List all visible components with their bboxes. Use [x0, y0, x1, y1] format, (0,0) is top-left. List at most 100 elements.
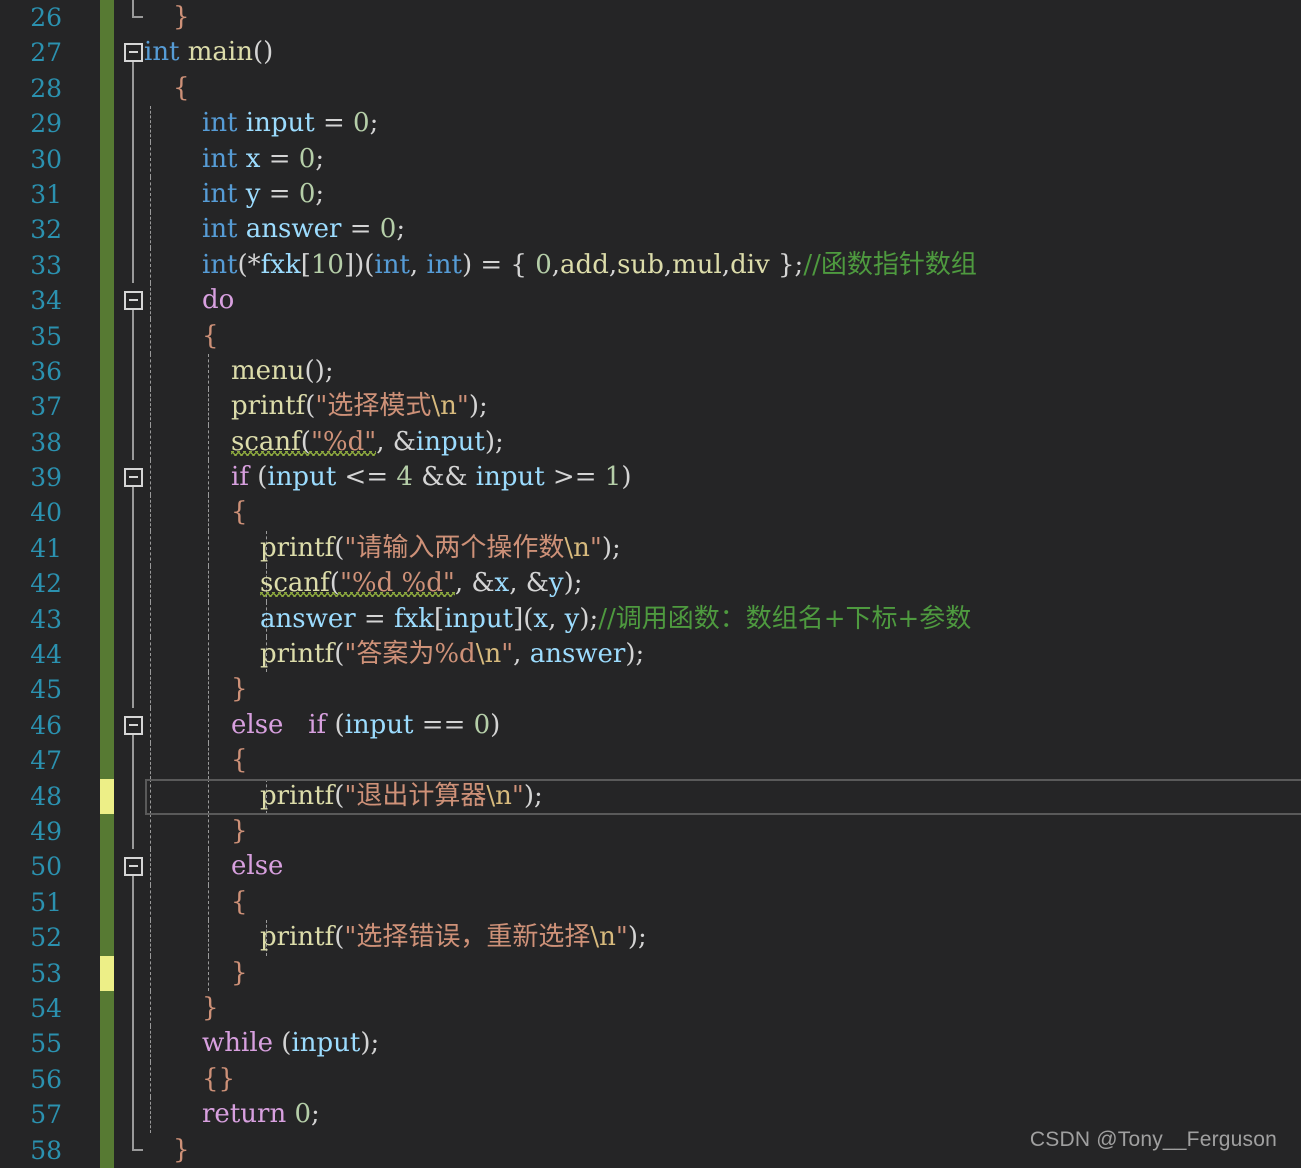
- code-text[interactable]: {: [231, 885, 248, 920]
- code-text[interactable]: int(*fxk[10])(int, int) = { 0,add,sub,mu…: [202, 248, 977, 283]
- fold-column[interactable]: [122, 566, 144, 602]
- code-line[interactable]: 48 printf("退出计算器\n");: [0, 778, 1301, 814]
- fold-column[interactable]: [122, 778, 144, 814]
- code-line[interactable]: 43 answer = fxk[input](x, y);//调用函数：数组名+下…: [0, 601, 1301, 638]
- code-line[interactable]: 33 int(*fxk[10])(int, int) = { 0,add,sub,…: [0, 247, 1301, 284]
- code-line[interactable]: 27 int main(): [0, 35, 1301, 71]
- fold-column[interactable]: [122, 176, 144, 213]
- fold-column[interactable]: [122, 708, 144, 744]
- code-line[interactable]: 46 else if (input == 0): [0, 707, 1301, 744]
- code-line[interactable]: 38 scanf("%d", &input);: [0, 424, 1301, 461]
- code-line[interactable]: 49}: [0, 813, 1301, 850]
- code-line[interactable]: 42 scanf("%d %d", &x, &y);: [0, 566, 1301, 602]
- collapse-minus-icon[interactable]: [124, 468, 143, 488]
- fold-column[interactable]: [122, 212, 144, 248]
- code-text[interactable]: printf("请输入两个操作数\n");: [260, 531, 621, 566]
- code-text[interactable]: return 0;: [202, 1097, 320, 1132]
- code-line[interactable]: 34 do: [0, 283, 1301, 319]
- code-text[interactable]: }: [173, 1133, 190, 1168]
- fold-column[interactable]: [122, 813, 144, 850]
- fold-column[interactable]: [122, 35, 144, 71]
- code-line[interactable]: 31 int y = 0;: [0, 176, 1301, 213]
- code-line[interactable]: 35 {: [0, 318, 1301, 354]
- code-line[interactable]: 37 printf("选择模式\n");: [0, 389, 1301, 425]
- code-text[interactable]: int main(): [144, 35, 273, 70]
- fold-column[interactable]: [122, 1132, 144, 1168]
- code-text[interactable]: {: [231, 495, 248, 530]
- code-text[interactable]: }: [173, 0, 190, 35]
- code-text[interactable]: printf("答案为%d\n", answer);: [260, 637, 644, 672]
- code-line[interactable]: 53}: [0, 955, 1301, 991]
- fold-column[interactable]: [122, 424, 144, 461]
- code-line[interactable]: 45}: [0, 672, 1301, 708]
- fold-column[interactable]: [122, 1061, 144, 1098]
- code-text[interactable]: menu();: [231, 354, 334, 389]
- fold-column[interactable]: [122, 70, 144, 107]
- code-line[interactable]: 26}: [0, 0, 1301, 36]
- code-text[interactable]: {: [231, 743, 248, 778]
- code-line[interactable]: 54}: [0, 990, 1301, 1027]
- code-text[interactable]: int answer = 0;: [202, 212, 405, 247]
- fold-column[interactable]: [122, 460, 144, 496]
- fold-column[interactable]: [122, 743, 144, 779]
- code-text[interactable]: while (input);: [202, 1026, 379, 1061]
- code-text[interactable]: printf("选择模式\n");: [231, 389, 488, 424]
- collapse-minus-icon[interactable]: [124, 715, 143, 735]
- code-text[interactable]: do: [202, 283, 234, 318]
- code-line[interactable]: 44 printf("答案为%d\n", answer);: [0, 637, 1301, 673]
- code-text[interactable]: answer = fxk[input](x, y);//调用函数：数组名+下标+…: [260, 602, 971, 637]
- fold-column[interactable]: [122, 530, 144, 567]
- fold-column[interactable]: [122, 0, 144, 35]
- code-text[interactable]: {: [202, 319, 219, 354]
- code-editor[interactable]: 26} 27 int main() 28{29 int input = 0; 30 int …: [0, 0, 1301, 1168]
- code-text[interactable]: int input = 0;: [202, 106, 378, 141]
- code-text[interactable]: scanf("%d %d", &x, &y);: [260, 566, 583, 601]
- code-text[interactable]: }: [231, 956, 248, 991]
- code-text[interactable]: }: [231, 672, 248, 707]
- code-line[interactable]: 29 int input = 0;: [0, 106, 1301, 142]
- fold-column[interactable]: [122, 1026, 144, 1062]
- code-text[interactable]: int x = 0;: [202, 142, 324, 177]
- fold-column[interactable]: [122, 318, 144, 354]
- fold-column[interactable]: [122, 884, 144, 921]
- fold-column[interactable]: [122, 990, 144, 1027]
- fold-column[interactable]: [122, 601, 144, 638]
- fold-column[interactable]: [122, 920, 144, 956]
- fold-column[interactable]: [122, 637, 144, 673]
- code-line[interactable]: 41 printf("请输入两个操作数\n");: [0, 530, 1301, 567]
- code-line[interactable]: 36 menu();: [0, 353, 1301, 390]
- fold-column[interactable]: [122, 495, 144, 531]
- code-text[interactable]: if (input <= 4 && input >= 1): [231, 460, 631, 495]
- code-text[interactable]: }: [202, 991, 219, 1026]
- fold-column[interactable]: [122, 1097, 144, 1133]
- code-line[interactable]: 39 if (input <= 4 && input >= 1): [0, 460, 1301, 496]
- code-line[interactable]: 47 {: [0, 743, 1301, 779]
- code-line[interactable]: 32 int answer = 0;: [0, 212, 1301, 248]
- code-text[interactable]: scanf("%d", &input);: [231, 425, 504, 460]
- fold-column[interactable]: [122, 389, 144, 425]
- code-line[interactable]: 28 {: [0, 70, 1301, 107]
- collapse-minus-icon[interactable]: [124, 43, 143, 63]
- fold-column[interactable]: [122, 247, 144, 284]
- code-text[interactable]: {: [173, 71, 190, 106]
- fold-column[interactable]: [122, 106, 144, 142]
- code-line[interactable]: 50 else: [0, 849, 1301, 885]
- code-text[interactable]: printf("退出计算器\n");: [260, 779, 543, 814]
- code-line[interactable]: 56 {}: [0, 1061, 1301, 1098]
- fold-column[interactable]: [122, 353, 144, 390]
- collapse-minus-icon[interactable]: [124, 291, 143, 311]
- code-text[interactable]: printf("选择错误，重新选择\n");: [260, 920, 647, 955]
- code-text[interactable]: else if (input == 0): [231, 708, 500, 743]
- code-text[interactable]: else: [231, 849, 283, 884]
- code-line[interactable]: 30 int x = 0;: [0, 141, 1301, 177]
- fold-column[interactable]: [122, 849, 144, 885]
- code-line[interactable]: 52 printf("选择错误，重新选择\n");: [0, 920, 1301, 956]
- code-line[interactable]: 40 {: [0, 495, 1301, 531]
- code-text[interactable]: }: [231, 814, 248, 849]
- code-text[interactable]: {}: [202, 1062, 235, 1097]
- fold-column[interactable]: [122, 672, 144, 708]
- code-line-list[interactable]: 26} 27 int main() 28{29 int input = 0; 30 int …: [0, 0, 1301, 1168]
- collapse-minus-icon[interactable]: [124, 857, 143, 877]
- fold-column[interactable]: [122, 141, 144, 177]
- fold-column[interactable]: [122, 955, 144, 991]
